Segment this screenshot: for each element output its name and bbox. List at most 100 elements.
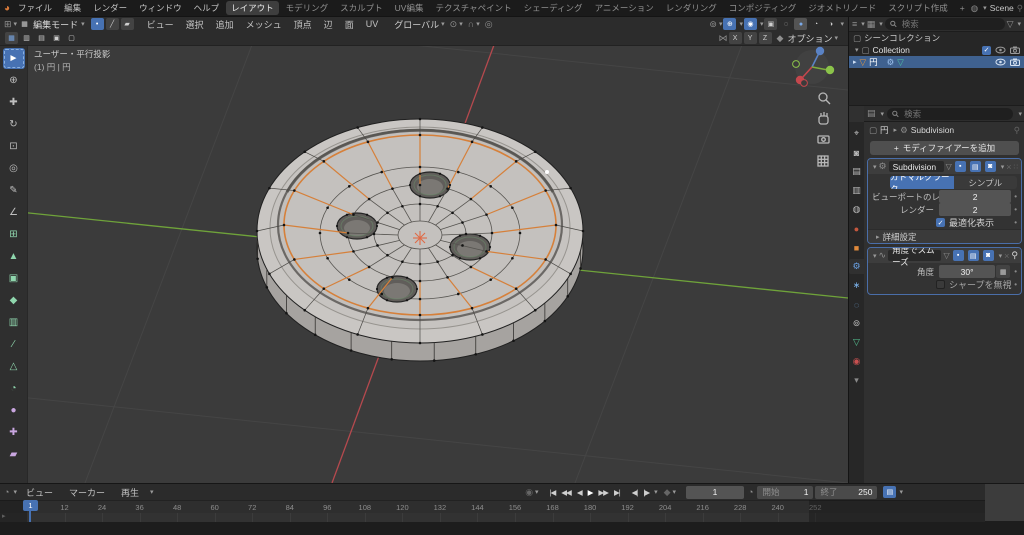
modifier-header[interactable]: ▾ ∿ 角度でスムーズ ▽ ▪ ▤ ◙ ▾ × ⚲ (868, 248, 1021, 267)
outliner-filter-dropdown-icon[interactable]: ▾ (879, 20, 883, 28)
viewport-menu-add[interactable]: 追加 (210, 18, 240, 31)
modifier-header[interactable]: ▾ ⚙ Subdivision ▽ ▪ ▤ ◙ ▾ × ∷ (868, 159, 1021, 174)
properties-tab-view-layer[interactable]: ▥ (849, 183, 864, 198)
start-frame-field[interactable]: 開始 1 (757, 485, 814, 499)
workspace-tab-rendering[interactable]: レンダリング (661, 1, 722, 15)
viewport-menu-mesh[interactable]: メッシュ (240, 18, 288, 31)
animate-dot-icon[interactable]: • (1014, 192, 1017, 201)
tool-inset-faces[interactable]: ▣ (3, 268, 25, 289)
properties-tab-world[interactable]: ● (849, 221, 864, 236)
ignore-sharpness-checkbox[interactable] (936, 280, 945, 289)
viewport-menu-edge[interactable]: 辺 (318, 18, 339, 31)
workspace-tab-sculpt[interactable]: スカルプト (335, 1, 388, 15)
shading-solid-button[interactable]: ● (794, 18, 808, 30)
animate-dot-icon[interactable]: • (1014, 280, 1017, 289)
scene-sync-icon[interactable]: ▤ (883, 486, 897, 498)
viewport-levels-field[interactable]: 2 (939, 190, 1012, 203)
jump-to-end-button[interactable]: ▶| (611, 488, 623, 497)
funnel-dropdown-icon[interactable]: ▾ (1017, 20, 1021, 28)
mode-dropdown-icon[interactable]: ▾ (81, 20, 85, 28)
navigation-gizmo[interactable] (792, 46, 835, 87)
mirror-z-button[interactable]: Z (758, 32, 772, 44)
menu-help[interactable]: ヘルプ (188, 2, 226, 14)
workspace-tab-scripting[interactable]: スクリプト作成 (883, 1, 953, 15)
editor-type-icon[interactable]: ⊞ (4, 19, 12, 30)
animate-dot-icon[interactable]: • (1014, 205, 1017, 214)
tool-knife[interactable]: ∕ (3, 334, 25, 355)
scene-name[interactable]: Scene (990, 3, 1014, 13)
advanced-subpanel[interactable]: ▸ 詳細設定 (868, 229, 1021, 243)
workspace-tab-texpaint[interactable]: テクスチャペイント (430, 1, 516, 15)
drag-handle-icon[interactable]: ∷ (1014, 163, 1018, 171)
properties-search-input[interactable] (902, 107, 1009, 120)
render-display-toggle[interactable]: ◙ (982, 250, 994, 261)
shading-material-button[interactable]: ◔ (809, 18, 822, 30)
properties-search[interactable] (887, 107, 1014, 120)
keyframe-decorator-icon[interactable]: ▦ (996, 265, 1011, 278)
properties-tab-modifiers[interactable]: ⚙ (849, 259, 864, 274)
properties-tab-output[interactable]: ▤ (849, 164, 864, 179)
properties-tab-particles[interactable]: ∗ (849, 278, 864, 293)
timeline-menu-marker[interactable]: マーカー (62, 486, 112, 499)
animate-dot-icon[interactable]: • (1014, 218, 1017, 227)
properties-editor-icon[interactable]: ▤ (867, 108, 876, 119)
scene-icon[interactable]: ◍ (971, 3, 978, 14)
timeline-editor-dropdown-icon[interactable]: ▾ (13, 488, 17, 496)
mirror-icon[interactable]: ⋈ (719, 33, 728, 44)
animate-dot-icon[interactable]: • (1014, 267, 1017, 276)
outliner-mode-dropdown-icon[interactable]: ▾ (861, 20, 865, 28)
viewport-canvas[interactable] (0, 45, 848, 483)
shading-dropdown-icon[interactable]: ▾ (840, 20, 844, 28)
viewport-menu-face[interactable]: 面 (339, 18, 360, 31)
blender-logo-icon[interactable]: ◕ (4, 3, 10, 14)
timeline-menu-playback[interactable]: 再生 (114, 486, 146, 499)
gizmo-toggle-icon[interactable]: ⊕ (723, 18, 737, 30)
tool-shrink-fatten[interactable]: ✚ (3, 422, 25, 443)
playback-dropdown-icon[interactable]: ▾ (150, 488, 154, 496)
pin-icon[interactable]: ⚲ (1011, 250, 1018, 261)
step-dropdown-icon[interactable]: ▾ (654, 488, 658, 496)
catmull-clark-button[interactable]: カトマルクラーク (890, 176, 954, 189)
scene-dropdown-icon[interactable]: ▾ (983, 4, 987, 12)
pivot-dropdown-icon[interactable]: ▾ (459, 20, 463, 28)
render-levels-field[interactable]: 2 (939, 203, 1012, 216)
viewport-menu-uv[interactable]: UV (360, 19, 385, 29)
frame-forward-button[interactable]: |▶ (640, 488, 652, 497)
properties-tab-render[interactable]: ◙ (849, 145, 864, 160)
properties-tab-scene[interactable]: ◍ (849, 202, 864, 217)
visibility-dropdown-icon[interactable]: ▾ (719, 20, 723, 28)
workspace-tab-geonodes[interactable]: ジオメトリノード (803, 1, 881, 15)
tool-move[interactable]: ✚ (3, 92, 25, 113)
time-icon[interactable]: ◔ (748, 487, 753, 497)
render-display-toggle[interactable]: ◙ (984, 161, 996, 172)
options-dropdown-icon[interactable]: ▾ (834, 34, 838, 42)
workspace-tab-layout[interactable]: レイアウト (226, 1, 279, 15)
object-row-selected[interactable]: ▸ ▽ 円 ⚙ ▽ (849, 56, 1024, 68)
workspace-tab-compositing[interactable]: コンポジティング (724, 1, 802, 15)
mode-dropdown[interactable]: 編集モード (33, 18, 78, 31)
viewport-menu-view[interactable]: ビュー (141, 18, 180, 31)
tool-cursor[interactable]: ⊕ (3, 70, 25, 91)
pin-icon[interactable]: ⚲ (1014, 125, 1020, 136)
tool-annotate[interactable]: ✎ (3, 180, 25, 201)
optimal-display-checkbox[interactable]: ✓ (936, 218, 945, 227)
tool-poly-build[interactable]: △ (3, 356, 25, 377)
simple-button[interactable]: シンプル (953, 176, 1017, 189)
editor-type-dropdown-icon[interactable]: ▾ (14, 20, 18, 28)
scene-pin-icon[interactable]: ⚲ (1017, 3, 1023, 14)
render-camera-icon[interactable] (1010, 58, 1020, 66)
tool-scale[interactable]: ⊡ (3, 136, 25, 157)
properties-tab-tool[interactable]: ⌖ (849, 126, 864, 141)
tool-rotate[interactable]: ↻ (3, 114, 25, 135)
falloff-sharp-icon[interactable]: ▣ (50, 32, 63, 44)
record-dropdown-icon[interactable]: ▾ (535, 488, 539, 496)
nav-buttons[interactable] (817, 92, 831, 167)
workspace-tab-shading[interactable]: シェーディング (519, 1, 588, 15)
properties-tab-object[interactable]: ■ (849, 240, 864, 255)
viewport-menu-select[interactable]: 選択 (180, 18, 210, 31)
tool-extrude-region[interactable]: ▲ (3, 246, 25, 267)
overlays-toggle-icon[interactable]: ◉ (743, 18, 757, 30)
panel-expand-icon[interactable]: ▾ (873, 163, 877, 171)
timeline-menu-view[interactable]: ビュー (19, 486, 60, 499)
viewport-menu-vertex[interactable]: 頂点 (288, 18, 318, 31)
